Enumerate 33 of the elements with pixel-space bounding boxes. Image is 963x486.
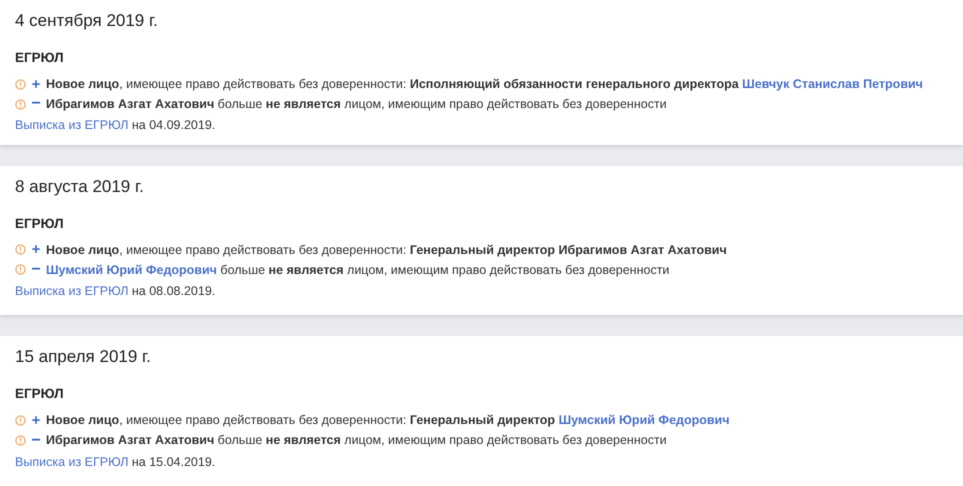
minus-sign: − xyxy=(31,432,41,449)
change-text: Ибрагимов Азгат Ахатович больше не является лицом, имеющим право действовать без доверенности xyxy=(46,96,667,113)
warning-icon xyxy=(15,415,26,426)
minus-sign: − xyxy=(31,96,41,112)
plus-sign: + xyxy=(31,76,41,92)
change-text: Новое лицо, имеющее право действовать без доверенности: Генеральный директор Шумский Юрий Федорович xyxy=(46,412,730,430)
warning-icon xyxy=(15,264,26,276)
source-title: ЕГРЮЛ xyxy=(15,214,65,233)
plus-sign: + xyxy=(31,242,41,258)
warning-icon xyxy=(15,435,26,446)
warning-icon xyxy=(15,78,26,90)
change-text: Новое лицо, имеющее право действовать без доверенности: Генеральный директор Ибрагимов Азгат Ахатович xyxy=(46,242,727,259)
extract-link[interactable]: Выписка из ЕГРЮЛ xyxy=(15,454,128,469)
minus-sign: − xyxy=(31,262,41,278)
warning-icon xyxy=(15,98,26,110)
change-text: Шумский Юрий Федорович больше не является лицом, имеющим право действовать без доверенности xyxy=(46,262,670,279)
person-link[interactable]: Шумский Юрий Федорович xyxy=(46,262,217,277)
extract-line: Выписка из ЕГРЮЛ на 15.04.2019. xyxy=(15,454,216,471)
change-text: Новое лицо, имеющее право действовать без доверенности: Исполняющий обязанности генерального директора Шевчук Станислав Петрович xyxy=(46,76,923,93)
extract-link[interactable]: Выписка из ЕГРЮЛ xyxy=(15,118,128,132)
event-date: 8 августа 2019 г. xyxy=(15,176,145,198)
person-link[interactable]: Шевчук Станислав Петрович xyxy=(742,76,923,91)
extract-line: Выписка из ЕГРЮЛ на 08.08.2019. xyxy=(15,282,216,300)
source-title: ЕГРЮЛ xyxy=(15,385,65,404)
plus-sign: + xyxy=(31,413,41,428)
extract-link[interactable]: Выписка из ЕГРЮЛ xyxy=(15,284,128,298)
event-date: 15 апреля 2019 г. xyxy=(15,346,152,368)
change-text: Ибрагимов Азгат Ахатович больше не является лицом, имеющим право действовать без доверенности xyxy=(46,432,667,450)
event-date: 4 сентября 2019 г. xyxy=(15,10,159,32)
warning-icon xyxy=(15,244,26,256)
extract-line: Выписка из ЕГРЮЛ на 04.09.2019. xyxy=(15,117,216,134)
person-link[interactable]: Шумский Юрий Федорович xyxy=(558,413,730,428)
source-title: ЕГРЮЛ xyxy=(15,49,65,67)
